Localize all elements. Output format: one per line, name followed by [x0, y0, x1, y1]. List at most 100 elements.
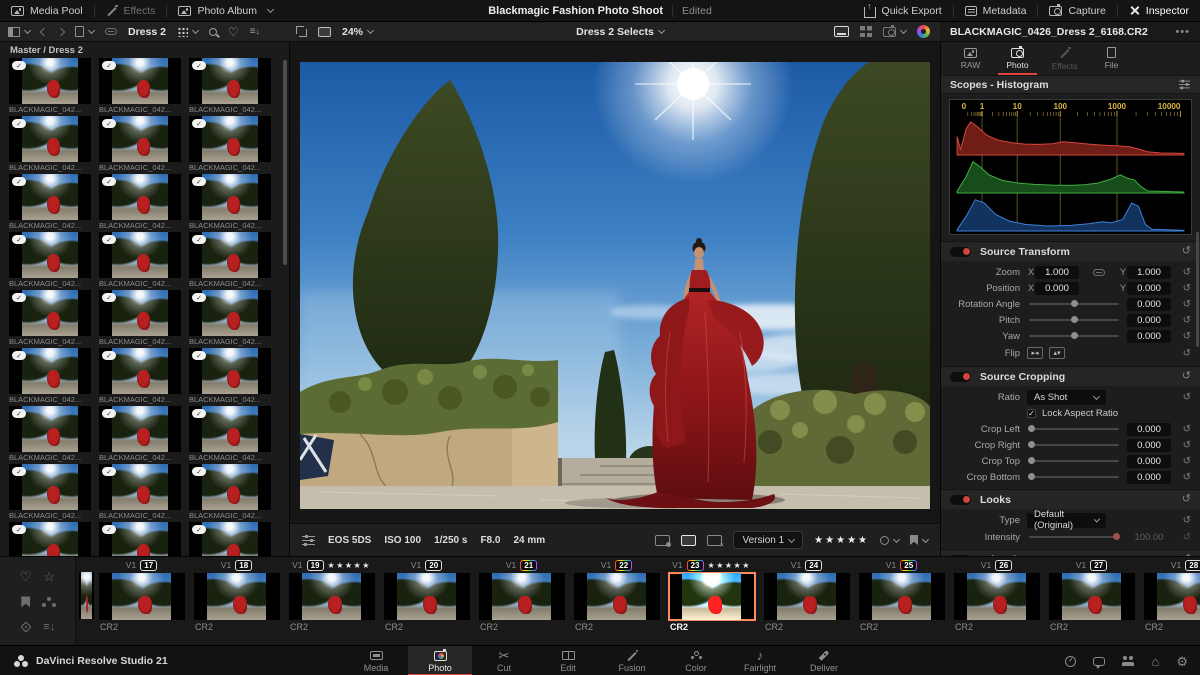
media-thumbnail[interactable]: ✓BLACKMAGIC_042... [9, 522, 91, 556]
source-cropping-header[interactable]: Source Cropping ↺ [941, 366, 1200, 386]
media-thumbnail[interactable]: ✓BLACKMAGIC_042... [9, 464, 91, 522]
reset-icon[interactable]: ↺ [1182, 246, 1191, 257]
star-icon[interactable]: ☆ [43, 570, 55, 583]
media-thumbnail[interactable]: ✓BLACKMAGIC_042... [9, 348, 91, 406]
pitch-slider[interactable] [1029, 316, 1119, 323]
effects-button[interactable]: Effects [95, 0, 167, 21]
page-tab-photo[interactable]: Photo [408, 646, 472, 675]
crop-left-field[interactable]: 0.000 [1127, 422, 1171, 436]
color-label-icon[interactable] [47, 596, 52, 601]
media-thumbnail[interactable]: ✓BLACKMAGIC_042... [9, 406, 91, 464]
media-thumbnail[interactable]: ✓BLACKMAGIC_042... [189, 174, 271, 232]
home-icon[interactable]: ⌂ [1151, 655, 1159, 668]
chat-icon[interactable] [1093, 656, 1106, 669]
filmstrip-item-18[interactable]: V1 18 CR2 [189, 557, 284, 645]
image-approve-icon[interactable] [655, 534, 672, 547]
page-tab-media[interactable]: Media [344, 646, 408, 675]
media-thumbnail[interactable]: ✓BLACKMAGIC_042... [99, 348, 181, 406]
slider-knob[interactable] [1028, 425, 1035, 432]
crop-top-field[interactable]: 0.000 [1127, 454, 1171, 468]
media-thumbnail[interactable]: ✓BLACKMAGIC_042... [99, 522, 181, 556]
reset-icon[interactable]: ↺ [1177, 515, 1191, 526]
primaries-header[interactable]: Primaries ↺ [941, 549, 1200, 556]
slider-knob[interactable] [1070, 300, 1078, 307]
media-thumbnail[interactable]: ✓BLACKMAGIC_042... [189, 522, 271, 556]
sort-icon[interactable]: ≡↓ [250, 26, 260, 37]
performance-icon[interactable] [1065, 655, 1077, 667]
reset-icon[interactable]: ↺ [1177, 315, 1191, 326]
link-xy-icon[interactable] [1093, 268, 1105, 276]
bookmark-icon[interactable] [21, 596, 31, 608]
media-thumbnail[interactable]: ✓BLACKMAGIC_042... [9, 232, 91, 290]
media-thumbnail[interactable]: ✓BLACKMAGIC_042... [189, 232, 271, 290]
slider-knob[interactable] [1028, 441, 1035, 448]
media-thumbnail[interactable]: ✓BLACKMAGIC_042... [9, 174, 91, 232]
lock-aspect-checkbox[interactable]: ✓ [1027, 409, 1036, 418]
crop-right-slider[interactable] [1028, 441, 1119, 448]
link-icon[interactable] [105, 28, 117, 35]
inspector-scrollbar[interactable] [1196, 232, 1199, 347]
section-toggle[interactable] [950, 494, 971, 505]
viewer-rating[interactable]: ★★★★★ [814, 535, 869, 546]
media-thumbnail[interactable]: ✓BLACKMAGIC_042... [189, 348, 271, 406]
reset-icon[interactable]: ↺ [1177, 392, 1191, 403]
sort-icon[interactable]: ≡↓ [43, 621, 55, 633]
slider-knob[interactable] [1070, 316, 1078, 323]
options-menu-button[interactable]: ••• [1175, 26, 1190, 38]
sidebar-scrollbar[interactable] [283, 60, 287, 265]
media-thumbnail[interactable]: ✓BLACKMAGIC_042... [99, 116, 181, 174]
panel-toggle-button[interactable] [8, 26, 32, 37]
forward-button[interactable] [56, 27, 66, 36]
scopes-header[interactable]: Scopes - Histogram [941, 76, 1200, 94]
media-thumbnail[interactable]: ✓BLACKMAGIC_042... [99, 58, 181, 116]
zoom-x-field[interactable]: 1.000 [1035, 265, 1079, 279]
zoom-level-dropdown[interactable]: 24% [342, 26, 375, 38]
camera-source-dropdown[interactable] [883, 25, 908, 37]
reset-icon[interactable]: ↺ [1177, 348, 1191, 359]
media-pool-button[interactable]: Media Pool [0, 0, 94, 21]
inspector-button[interactable]: Inspector [1118, 0, 1200, 21]
reset-icon[interactable]: ↺ [1177, 331, 1191, 342]
media-thumbnail[interactable]: ✓BLACKMAGIC_042... [9, 290, 91, 348]
look-type-dropdown[interactable]: Default (Original) [1027, 509, 1106, 531]
tab-file[interactable]: File [1088, 42, 1135, 75]
reset-icon[interactable]: ↺ [1177, 267, 1191, 278]
reset-icon[interactable]: ↺ [1177, 299, 1191, 310]
reset-icon[interactable]: ↺ [1177, 532, 1191, 543]
crop-top-slider[interactable] [1028, 457, 1119, 464]
reset-icon[interactable]: ↺ [1177, 472, 1191, 483]
scopes-settings-icon[interactable] [1178, 79, 1191, 90]
media-thumbnail[interactable]: ✓BLACKMAGIC_042... [99, 290, 181, 348]
filmstrip-item-17[interactable]: V1 17 CR2 [94, 557, 189, 645]
rotation-field[interactable]: 0.000 [1127, 297, 1171, 311]
collaboration-icon[interactable] [1122, 656, 1135, 666]
reset-icon[interactable]: ↺ [1177, 424, 1191, 435]
filmstrip-item-24[interactable]: V1 24 CR2 [759, 557, 854, 645]
image-reject-icon[interactable] [707, 534, 724, 549]
single-view-button[interactable] [834, 26, 849, 37]
page-tab-fusion[interactable]: Fusion [600, 646, 664, 675]
back-button[interactable] [39, 27, 49, 36]
breadcrumb[interactable]: Master / Dress 2 [0, 42, 289, 58]
tag-icon[interactable] [20, 621, 32, 633]
crop-bottom-field[interactable]: 0.000 [1127, 470, 1171, 484]
viewer-title-dropdown[interactable]: Dress 2 Selects [576, 26, 665, 38]
yaw-slider[interactable] [1029, 332, 1119, 339]
view-options-button[interactable] [176, 26, 199, 37]
reset-icon[interactable]: ↺ [1177, 283, 1191, 294]
flip-vertical-button[interactable]: ▴▾ [1049, 347, 1065, 359]
search-icon[interactable] [208, 27, 217, 36]
section-toggle[interactable] [950, 371, 971, 382]
adjustments-icon[interactable] [302, 534, 315, 546]
reset-icon[interactable]: ↺ [1182, 494, 1191, 505]
slider-knob[interactable] [1113, 533, 1120, 540]
slider-knob[interactable] [1028, 473, 1035, 480]
heart-icon[interactable]: ♡ [20, 570, 32, 583]
grid-view-button[interactable] [860, 26, 872, 37]
reset-icon[interactable]: ↺ [1182, 371, 1191, 382]
page-tab-color[interactable]: Color [664, 646, 728, 675]
photo-album-button[interactable]: Photo Album [167, 0, 284, 21]
filmstrip-item-27[interactable]: V1 27 CR2 [1044, 557, 1139, 645]
filmstrip-item-28[interactable]: V1 28 CR2 [1139, 557, 1200, 645]
page-tab-cut[interactable]: ✂ Cut [472, 646, 536, 675]
